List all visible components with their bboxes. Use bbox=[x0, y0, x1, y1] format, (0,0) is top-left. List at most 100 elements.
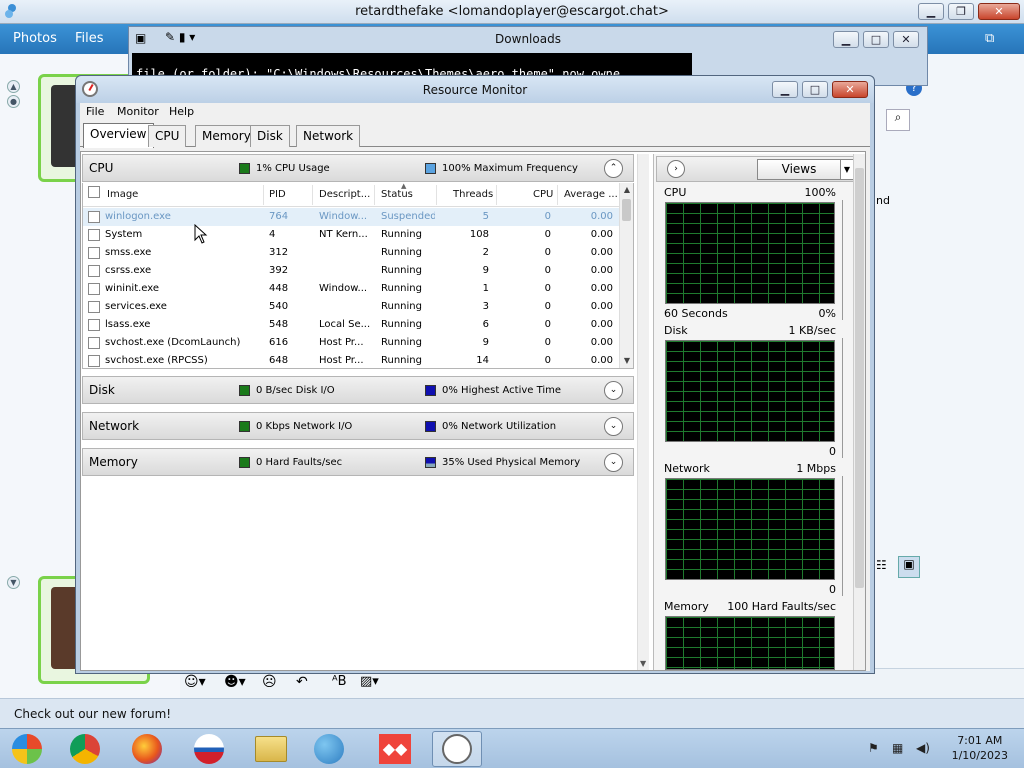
downloads-close-button[interactable]: ✕ bbox=[893, 31, 919, 48]
font-style-icon[interactable]: ᴬB bbox=[332, 674, 347, 689]
views-dropdown-icon[interactable]: ▼ bbox=[840, 159, 854, 180]
chrome-taskbar-button[interactable] bbox=[60, 731, 110, 767]
resource-monitor-taskbar-button[interactable] bbox=[432, 731, 482, 767]
process-checkbox[interactable] bbox=[88, 265, 100, 277]
disk-expand-icon[interactable]: ⌄ bbox=[604, 381, 623, 400]
process-avg: 0.00 bbox=[590, 337, 613, 348]
menu-monitor[interactable]: Monitor bbox=[117, 105, 159, 118]
firefox-taskbar-button[interactable] bbox=[122, 731, 172, 767]
tab-memory[interactable]: Memory bbox=[195, 125, 258, 147]
nav-menu-icon[interactable]: ⧉ bbox=[985, 31, 994, 46]
process-threads: 2 bbox=[482, 247, 489, 258]
collapse-up-icon[interactable]: ▲ bbox=[7, 80, 20, 93]
collapse-down-icon[interactable]: ▼ bbox=[7, 576, 20, 589]
memory-expand-icon[interactable]: ⌄ bbox=[604, 453, 623, 472]
cpu-collapse-icon[interactable]: ⌃ bbox=[604, 159, 623, 178]
network-panel-header[interactable]: Network 0 Kbps Network I/O 0% Network Ut… bbox=[82, 412, 634, 440]
process-row[interactable]: svchost.exe (DcomLaunch) 616 Host Pr... Run… bbox=[83, 334, 621, 352]
nav-photos[interactable]: Photos bbox=[13, 31, 57, 46]
process-checkbox[interactable] bbox=[88, 319, 100, 331]
messenger-taskbar-button[interactable] bbox=[184, 731, 234, 767]
downloads-maximize-button[interactable]: □ bbox=[863, 31, 889, 48]
scroll-up-icon[interactable]: ▲ bbox=[620, 183, 633, 197]
restore-button[interactable]: ❐ bbox=[948, 3, 974, 20]
volume-icon[interactable]: ◀) bbox=[916, 741, 930, 755]
flag-icon[interactable]: ⚑ bbox=[868, 741, 879, 755]
process-row[interactable]: lsass.exe 548 Local Se... Running 6 0 0.00 bbox=[83, 316, 621, 334]
system-clock[interactable]: 7:01 AM 1/10/2023 bbox=[952, 733, 1008, 763]
process-row[interactable]: svchost.exe (RPCSS) 648 Host Pr... Running 1… bbox=[83, 352, 621, 368]
close-button[interactable]: ✕ bbox=[978, 3, 1020, 20]
select-all-checkbox[interactable] bbox=[88, 186, 100, 198]
process-table-scrollbar[interactable]: ▲ ▼ bbox=[619, 183, 633, 368]
col-image[interactable]: Image bbox=[107, 189, 138, 200]
status-message[interactable]: Check out our new forum! bbox=[14, 707, 171, 721]
search-icon[interactable]: ⌕ bbox=[886, 109, 910, 131]
col-description[interactable]: Descript... bbox=[319, 189, 370, 200]
anydesk-taskbar-button[interactable]: ◆◆ bbox=[370, 731, 420, 767]
collapse-graphs-icon[interactable]: › bbox=[667, 160, 685, 178]
process-checkbox[interactable] bbox=[88, 283, 100, 295]
explorer-taskbar-button[interactable] bbox=[246, 731, 296, 767]
tile-view-icon[interactable]: ▣ bbox=[898, 556, 920, 578]
tab-network[interactable]: Network bbox=[296, 125, 361, 147]
rm-close-button[interactable]: ✕ bbox=[832, 81, 868, 98]
network-expand-icon[interactable]: ⌄ bbox=[604, 417, 623, 436]
col-cpu[interactable]: CPU bbox=[533, 189, 553, 200]
tab-disk[interactable]: Disk bbox=[250, 125, 290, 147]
col-average[interactable]: Average ... bbox=[564, 189, 618, 200]
graph-pane-scrollbar[interactable] bbox=[853, 154, 865, 670]
process-image: lsass.exe bbox=[105, 319, 151, 330]
menu-file[interactable]: File bbox=[86, 105, 104, 118]
disk-panel-title: Disk bbox=[89, 383, 115, 397]
rm-minimize-button[interactable]: ▁ bbox=[772, 81, 798, 98]
process-checkbox[interactable] bbox=[88, 301, 100, 313]
rm-maximize-button[interactable]: □ bbox=[802, 81, 828, 98]
status-dot-icon[interactable]: ● bbox=[7, 95, 20, 108]
process-row[interactable]: smss.exe 312 Running 2 0 0.00 bbox=[83, 244, 621, 262]
graph-scroll-thumb[interactable] bbox=[855, 168, 864, 588]
network-icon[interactable]: ▦ bbox=[892, 741, 903, 755]
views-button[interactable]: Views bbox=[757, 159, 841, 180]
menu-bar: File Monitor Help bbox=[80, 103, 870, 121]
nav-files[interactable]: Files bbox=[75, 31, 104, 46]
process-row[interactable]: services.exe 540 Running 3 0 0.00 bbox=[83, 298, 621, 316]
main-scrollbar[interactable]: ▼ bbox=[637, 154, 649, 670]
process-row[interactable]: System 4 NT Kern... Running 108 0 0.00 bbox=[83, 226, 621, 244]
main-scroll-down-icon[interactable]: ▼ bbox=[640, 659, 646, 668]
process-checkbox[interactable] bbox=[88, 229, 100, 241]
col-pid[interactable]: PID bbox=[269, 189, 286, 200]
scroll-down-icon[interactable]: ▼ bbox=[620, 354, 633, 368]
process-row[interactable]: wininit.exe 448 Window... Running 1 0 0.00 bbox=[83, 280, 621, 298]
process-image: smss.exe bbox=[105, 247, 152, 258]
memory-panel-header[interactable]: Memory 0 Hard Faults/sec 35% Used Physic… bbox=[82, 448, 634, 476]
start-button[interactable] bbox=[2, 731, 52, 767]
process-avg: 0.00 bbox=[590, 229, 613, 240]
process-checkbox[interactable] bbox=[88, 355, 100, 367]
wink-icon[interactable]: ☻▾ bbox=[224, 674, 246, 690]
process-row[interactable]: winlogon.exe 764 Window... Suspended 5 0 0.00 bbox=[83, 208, 621, 226]
process-checkbox[interactable] bbox=[88, 211, 100, 223]
minimize-button[interactable]: ▁ bbox=[918, 3, 944, 20]
scroll-thumb[interactable] bbox=[622, 199, 631, 221]
process-checkbox[interactable] bbox=[88, 337, 100, 349]
cpu-graph-timespan: 60 Seconds bbox=[664, 307, 728, 320]
process-pid: 540 bbox=[269, 301, 289, 312]
emoticon-icon[interactable]: ☺▾ bbox=[184, 674, 206, 690]
menu-help[interactable]: Help bbox=[169, 105, 194, 118]
process-pid: 616 bbox=[269, 337, 289, 348]
downloads-minimize-button[interactable]: ▁ bbox=[833, 31, 859, 48]
list-view-icon[interactable]: ☷ bbox=[876, 558, 896, 578]
tab-overview[interactable]: Overview bbox=[83, 123, 154, 148]
col-status[interactable]: Status bbox=[381, 189, 413, 200]
disk-panel-header[interactable]: Disk 0 B/sec Disk I/O 0% Highest Active … bbox=[82, 376, 634, 404]
contacts-taskbar-button[interactable] bbox=[304, 731, 354, 767]
process-checkbox[interactable] bbox=[88, 247, 100, 259]
tab-cpu[interactable]: CPU bbox=[148, 125, 187, 147]
process-row[interactable]: csrss.exe 392 Running 9 0 0.00 bbox=[83, 262, 621, 280]
voice-clip-icon[interactable]: ↶ bbox=[296, 674, 308, 690]
col-threads[interactable]: Threads bbox=[453, 189, 493, 200]
cpu-panel-header[interactable]: CPU 1% CPU Usage 100% Maximum Frequency … bbox=[82, 154, 634, 182]
nudge-icon[interactable]: ☹ bbox=[262, 674, 277, 690]
background-icon[interactable]: ▨▾ bbox=[360, 674, 379, 689]
